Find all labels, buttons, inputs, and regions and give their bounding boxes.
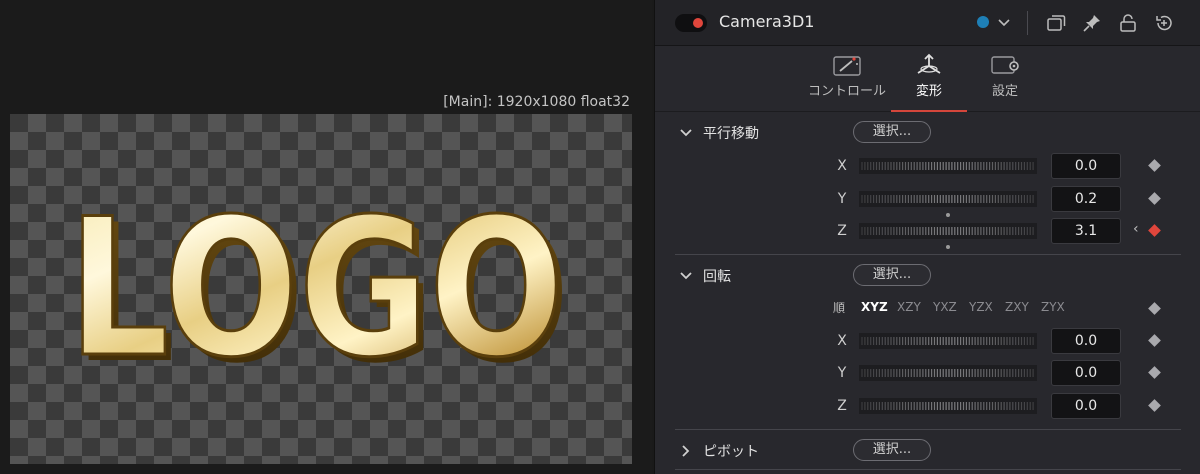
chevron-down-icon[interactable] [995,12,1013,32]
keyframe-diamond-icon[interactable] [1148,192,1161,205]
rotation-z-row: Z 0.0 [655,392,1200,420]
axis-label: Y [837,365,847,381]
keyframe-diamond-icon[interactable] [1148,302,1161,315]
active-tab-indicator [891,110,967,112]
section-pivot-title: ピボット [703,444,759,460]
rotation-order-yxz[interactable]: YXZ [933,300,957,314]
rotation-y-slider[interactable] [859,365,1037,381]
logo-text: LOGO [68,178,564,399]
translation-y-slider[interactable] [859,191,1037,207]
inspector-tabs: コントロール 変形 設定 [655,46,1200,112]
translation-x-row: X 0.0 [655,152,1200,180]
rotation-order-xyz[interactable]: XYZ [861,300,888,314]
tab-controls-label: コントロール [807,84,886,99]
translation-x-field[interactable]: 0.0 [1051,153,1121,179]
pivot-select-button[interactable]: 選択... [853,439,931,461]
node-enable-toggle[interactable] [675,14,707,32]
section-pivot[interactable]: ピボット 選択... [655,436,1200,464]
translation-y-row: Y 0.2 [655,185,1200,217]
keyframe-diamond-icon[interactable] [1148,159,1161,172]
tab-transform-label: 変形 [915,84,942,99]
rotation-x-slider[interactable] [859,333,1037,349]
translation-z-field[interactable]: 3.1 [1051,218,1121,244]
axis-label: X [837,333,847,349]
slider-center-marker [946,245,950,249]
transform-icon [917,53,941,74]
rotation-order-label: 順 [833,301,846,315]
translation-z-row: Z 3.1 ‹ [655,217,1200,249]
rotation-select-button[interactable]: 選択... [853,264,931,286]
section-divider [675,254,1181,255]
axis-label: Z [837,223,847,239]
translation-z-slider[interactable] [859,223,1037,239]
keyframe-diamond-icon[interactable] [1148,224,1161,237]
viewer-canvas[interactable]: LOGO LOGO [10,114,632,464]
rotation-z-slider[interactable] [859,398,1037,414]
node-title: Camera3D1 [719,12,815,31]
axis-label: Y [837,191,847,207]
axis-label: Z [837,398,847,414]
section-rotation-title: 回転 [703,269,731,285]
rotation-order-xzy[interactable]: XZY [897,300,921,314]
chevron-down-icon[interactable] [679,126,693,140]
section-divider [675,429,1181,430]
rotation-y-field[interactable]: 0.0 [1051,360,1121,386]
section-rotation[interactable]: 回転 選択... [655,261,1200,289]
settings-icon [991,56,1019,74]
lock-icon[interactable] [1117,12,1139,34]
keyframe-diamond-icon[interactable] [1148,399,1161,412]
tab-settings[interactable]: 設定 [969,46,1041,112]
rotation-x-field[interactable]: 0.0 [1051,328,1121,354]
previous-keyframe-icon[interactable]: ‹ [1133,221,1139,237]
keyframe-diamond-icon[interactable] [1148,334,1161,347]
rotation-x-row: X 0.0 [655,327,1200,355]
viewer-panel[interactable]: [Main]: 1920x1080 float32 LOGO LOGO [0,0,652,474]
header-separator [1027,11,1028,35]
rotation-order-yzx[interactable]: YZX [969,300,993,314]
inspector-header: Camera3D1 [655,0,1200,46]
section-divider [675,469,1181,470]
viewer-resolution-label: [Main]: 1920x1080 float32 [443,94,630,110]
axis-label: X [837,158,847,174]
translation-y-field[interactable]: 0.2 [1051,186,1121,212]
tab-controls[interactable]: コントロール [805,46,889,112]
window-icon[interactable] [1045,12,1067,34]
tab-settings-label: 設定 [991,84,1018,99]
rotation-y-row: Y 0.0 [655,359,1200,387]
tab-transform[interactable]: 変形 [891,46,967,112]
rotation-order-zyx[interactable]: ZYX [1041,300,1065,314]
toggle-dot [693,18,703,28]
chevron-right-icon[interactable] [679,444,693,458]
wand-icon [833,56,861,76]
logo-render: LOGO LOGO [67,177,571,406]
rotation-z-field[interactable]: 0.0 [1051,393,1121,419]
translation-select-button[interactable]: 選択... [853,121,931,143]
pin-icon[interactable] [1081,12,1103,34]
translation-x-slider[interactable] [859,158,1037,174]
node-color-swatch[interactable] [977,16,989,28]
rotation-order-row: 順 XYZ XZY YXZ YZX ZXY ZYX [655,296,1200,320]
chevron-down-icon[interactable] [679,269,693,283]
rotation-order-zxy[interactable]: ZXY [1005,300,1029,314]
section-translation-title: 平行移動 [703,126,759,142]
section-translation[interactable]: 平行移動 選択... [655,118,1200,146]
reset-icon[interactable] [1153,12,1175,34]
keyframe-diamond-icon[interactable] [1148,366,1161,379]
inspector-panel: Camera3D1 コントロール 変形 設定 平行移動 選択... X 0.0 … [654,0,1200,474]
